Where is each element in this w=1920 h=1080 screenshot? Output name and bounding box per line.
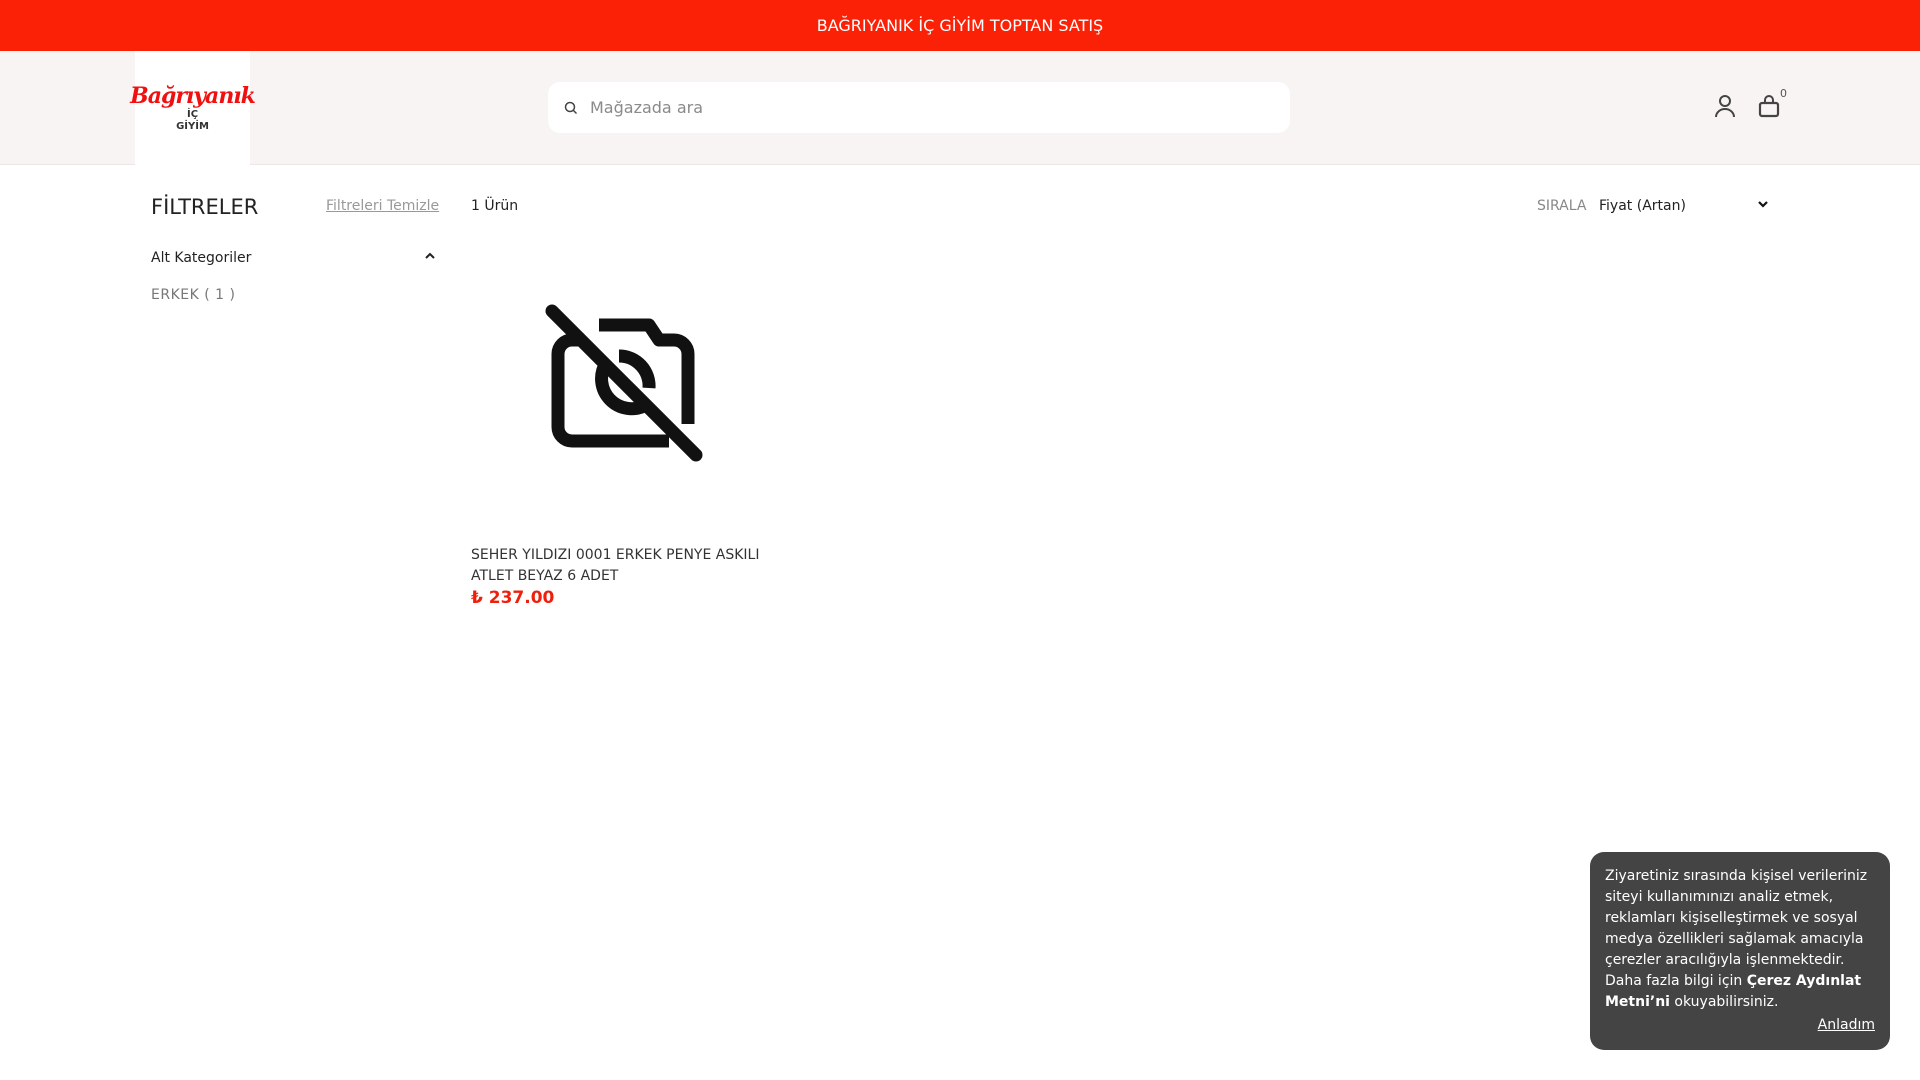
cookie-banner: Ziyaretiniz sırasında kişisel verilerini… <box>1590 852 1890 1050</box>
search-placeholder: Mağazada ara <box>590 98 704 117</box>
header: Bağrıyanık İÇ GİYİM Mağazada ara 0 <box>0 51 1920 165</box>
product-image-placeholder[interactable] <box>471 250 776 515</box>
cookie-accept-button[interactable]: Anladım <box>1818 1015 1875 1036</box>
search-icon <box>564 101 578 114</box>
cookie-text-end: okuyabilirsiniz. <box>1669 994 1779 1010</box>
product-title[interactable]: SEHER YILDIZI 0001 ERKEK PENYE ASKILI AT… <box>471 545 791 587</box>
chevron-up-icon <box>425 252 435 259</box>
result-count: 1 Ürün <box>471 198 519 214</box>
user-icon[interactable] <box>1712 93 1738 119</box>
subcategories-toggle[interactable]: Alt Kategoriler <box>151 250 436 266</box>
logo-line3: GİYİM <box>176 121 209 132</box>
category-erkek[interactable]: ERKEK ( 1 ) <box>151 287 235 303</box>
logo-line2: İÇ <box>186 109 199 120</box>
cookie-text: Ziyaretiniz sırasında kişisel verilerini… <box>1605 868 1868 989</box>
camera-off-icon <box>545 304 702 461</box>
logo[interactable]: Bağrıyanık İÇ GİYİM <box>130 51 256 165</box>
sort-select[interactable]: Fiyat (Artan) <box>1599 198 1769 214</box>
clear-filters-link[interactable]: Filtreleri Temizle <box>326 198 439 214</box>
shopping-bag-icon[interactable] <box>1756 93 1782 119</box>
sort-value: Fiyat (Artan) <box>1599 198 1686 214</box>
chevron-down-icon <box>1758 201 1768 208</box>
announcement-bar: BAĞRIYANIK İÇ GİYİM TOPTAN SATIŞ <box>0 0 1920 51</box>
cart-count: 0 <box>1780 87 1787 100</box>
product-price: ₺ 237.00 <box>471 588 555 608</box>
filters-title: FİLTRELER <box>151 195 259 219</box>
logo-line1: Bağrıyanık <box>130 83 256 109</box>
search-input[interactable]: Mağazada ara <box>548 82 1290 133</box>
sort-label: SIRALA <box>1537 198 1587 214</box>
announcement-text: BAĞRIYANIK İÇ GİYİM TOPTAN SATIŞ <box>816 16 1104 35</box>
subcategories-label: Alt Kategoriler <box>151 250 252 266</box>
